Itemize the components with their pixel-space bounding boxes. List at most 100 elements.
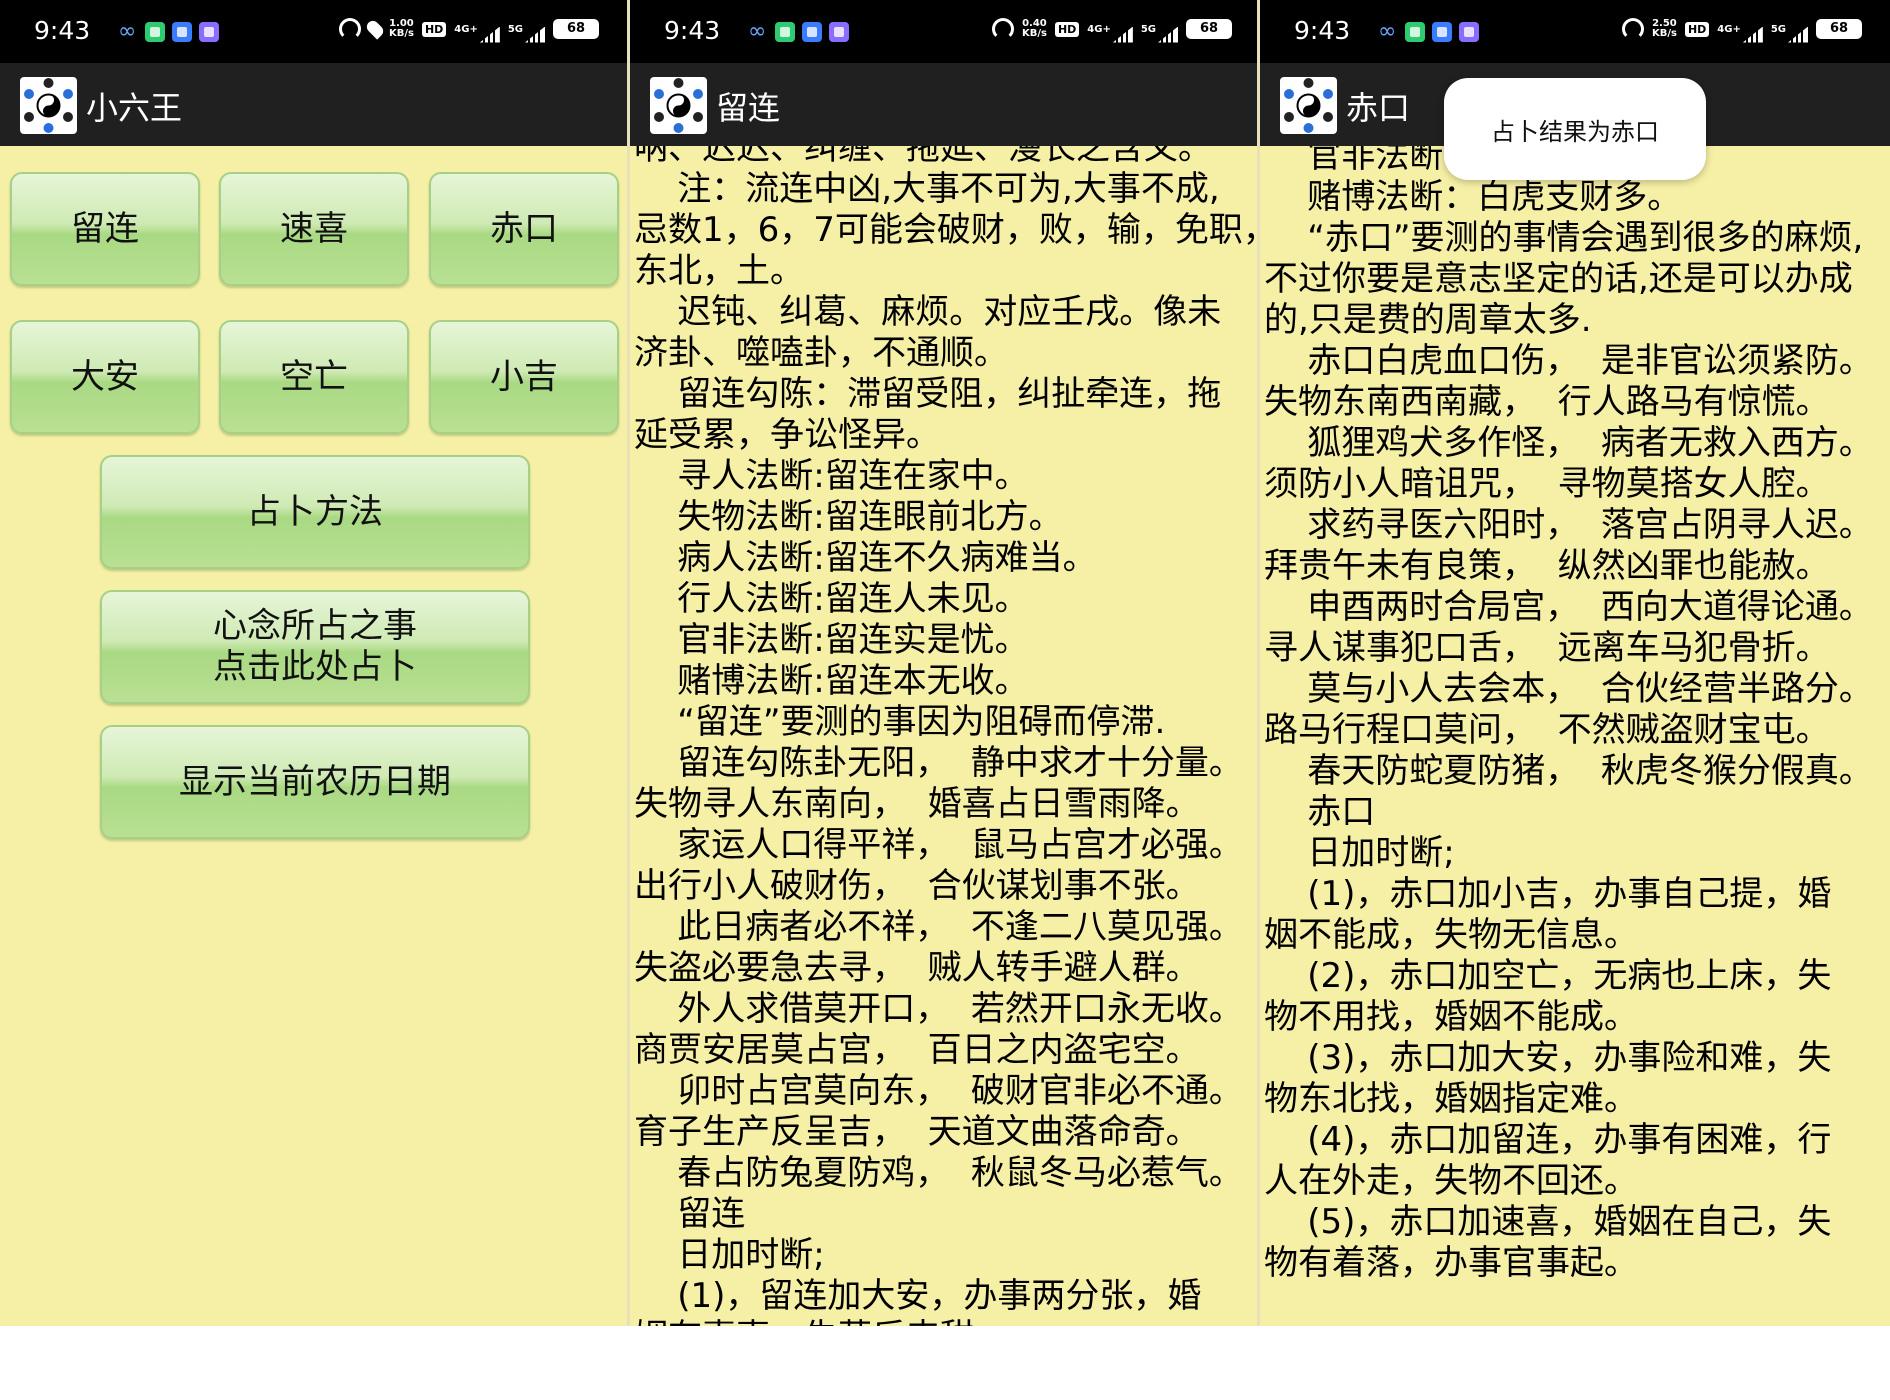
text-line: 注：流连中凶,大事不可为,大事不成, [634,169,1220,209]
result-text[interactable]: 呐、迟迟、纠缠、拖延、漫长之含义。 注：流连中凶,大事不可为,大事不成, 忌数1，… [634,128,1260,1326]
text-line: 物东北找，婚姻指定难。 [1264,1079,1638,1119]
text-line: “赤口”要测的事情会遇到很多的麻烦, [1264,218,1864,258]
text-line: 赤口白虎血口伤， 是非官讼须紧防。 [1264,341,1873,381]
text-line: 官非法断:留连实是忧。 [634,620,1029,660]
text-line: (5)，赤口加速喜，婚姻在自己，失 [1264,1202,1832,1242]
network-speed: 2.50 KB/s [1651,18,1677,39]
text-line: 失物寻人东南向， 婚喜占日雪雨降。 [634,784,1200,824]
daan-button[interactable]: 大安 [10,320,200,434]
text-line: 申酉两时合局宫， 西向大道得论通。 [1264,587,1873,627]
suxi-button[interactable]: 速喜 [219,172,409,286]
result-toast: 占卜结果为赤口 [1444,78,1706,180]
text-line: 求药寻医六阳时， 落宫占阴寻人迟。 [1264,505,1873,545]
xiaoji-button[interactable]: 小吉 [429,320,619,434]
text-line: 物有着落，办事官事起。 [1264,1243,1638,1283]
signal-4g-icon: 4G+ [1087,24,1133,35]
lunar-date-button[interactable]: 显示当前农历日期 [100,725,530,839]
app-notification-icon [829,22,849,42]
network-speed: 0.40 KB/s [1021,18,1047,39]
text-line: 忌数1，6，7可能会破财，败，输，免职， [634,210,1260,250]
text-line: 寻人谋事犯口舌， 远离车马犯骨折。 [1264,628,1830,668]
text-line: 此日病者必不祥， 不逢二八莫见强。 [634,907,1243,947]
main-screen: 9:43 ∞ 1.00 KB/s HD 4G+ 5G 68 小六王 留连 速喜 … [0,0,627,1326]
signal-4g-icon: 4G+ [454,24,500,35]
speedometer-icon [991,18,1014,40]
app-notification-icon [802,22,822,42]
signal-5g-icon: 5G [1141,24,1178,35]
hd-voice-icon: HD [421,21,447,37]
text-line: 迟钝、纠葛、麻烦。对应壬戌。像未 [634,292,1222,332]
chikou-button[interactable]: 赤口 [429,172,619,286]
method-button[interactable]: 占卜方法 [100,455,530,569]
text-line: 赤口 [1264,792,1376,832]
text-line: 人在外走，失物不回还。 [1264,1161,1638,1201]
text-line: 路马行程口莫问， 不然贼盗财宝屯。 [1264,710,1830,750]
status-bar: 9:43 ∞ 1.00 KB/s HD 4G+ 5G 68 [0,0,627,63]
app-notification-icon [172,22,192,42]
text-line: 卯时占宫莫向东， 破财官非必不通。 [634,1071,1243,1111]
text-line: 莫与小人去会本， 合伙经营半路分。 [1264,669,1873,709]
location-icon [364,18,386,40]
text-line: 失盗必要急去寻， 贼人转手避人群。 [634,948,1200,988]
text-line: 济卦、噬嗑卦，不通顺。 [634,333,1008,373]
text-line: 寻人法断:留连在家中。 [634,456,1029,496]
security-app-icon [1405,22,1425,42]
result-text[interactable]: 官非法断 赌博法断：白虎支财多。 “赤口”要测的事情会遇到很多的麻烦, 不过你要是… [1264,136,1890,1284]
text-line: (3)，赤口加大安，办事险和难，失 [1264,1038,1832,1078]
battery-icon: 68 [1816,19,1862,39]
text-line: 姻不能成，失物无信息。 [1264,915,1638,955]
app-notification-icon [1459,22,1479,42]
app-notification-icon [199,22,219,42]
text-line: 日加时断; [1264,833,1455,873]
text-line: 失物东南西南藏， 行人路马有惊慌。 [1264,382,1830,422]
action-bar: 留连 [630,63,1260,146]
status-time: 9:43 [34,16,91,45]
text-line: 商贾安居莫占宫， 百日之内盗宅空。 [634,1030,1200,1070]
status-indicators: 0.40 KB/s HD 4G+ 5G 68 [991,18,1232,40]
hd-voice-icon: HD [1054,21,1080,37]
signal-5g-icon: 5G [1771,24,1808,35]
text-line: “留连”要测的事因为阻碍而停滞. [634,702,1166,742]
notification-icons: ∞ [748,19,849,44]
status-time: 9:43 [1294,16,1351,45]
text-line: 姻有喜事，失落后来甜。 [634,1317,1260,1326]
kongwang-button[interactable]: 空亡 [219,320,409,434]
battery-icon: 68 [553,19,599,39]
status-bar: 9:43 ∞ 2.50 KB/s HD 4G+ 5G 68 [1260,0,1890,63]
speedometer-icon [1621,18,1644,40]
cloud-icon: ∞ [748,19,767,44]
text-line: 物不用找，婚姻不能成。 [1264,997,1638,1037]
status-indicators: 1.00 KB/s HD 4G+ 5G 68 [338,18,599,40]
liulian-button[interactable]: 留连 [10,172,200,286]
text-line: 赌博法断：白虎支财多。 [1264,177,1682,217]
divine-button[interactable]: 心念所占之事 点击此处占卜 [100,590,530,704]
cloud-icon: ∞ [118,19,137,44]
hd-voice-icon: HD [1684,21,1710,37]
signal-5g-icon: 5G [508,24,545,35]
text-line: 须防小人暗诅咒， 寻物莫搭女人腔。 [1264,464,1830,504]
status-time: 9:43 [664,16,721,45]
status-bar: 9:43 ∞ 0.40 KB/s HD 4G+ 5G 68 [630,0,1260,63]
network-speed: 1.00 KB/s [388,18,414,39]
app-title: 小六王 [86,89,183,127]
signal-4g-icon: 4G+ [1717,24,1763,35]
app-logo-icon [20,77,77,134]
action-bar: 小六王 [0,63,627,146]
notification-icons: ∞ [1378,19,1479,44]
text-line: (1)，留连加大安，办事两分张，婚 [634,1276,1202,1316]
text-line: 留连 [634,1194,746,1234]
text-line: 拜贵午未有良策， 纵然凶罪也能赦。 [1264,546,1830,586]
security-app-icon [145,22,165,42]
notification-icons: ∞ [118,19,219,44]
text-line: 失物法断:留连眼前北方。 [634,497,1063,537]
text-line: 行人法断:留连人未见。 [634,579,1029,619]
status-indicators: 2.50 KB/s HD 4G+ 5G 68 [1621,18,1862,40]
text-line: (1)，赤口加小吉，办事自己提，婚 [1264,874,1832,914]
text-line: 不过你要是意志坚定的话,还是可以办成 [1264,259,1853,299]
text-line: 的,只是费的周章太多. [1264,300,1592,340]
text-line: 留连勾陈卦无阳， 静中求才十分量。 [634,743,1243,783]
text-line: 育子生产反呈吉， 天道文曲落命奇。 [634,1112,1200,1152]
text-line: 赌博法断:留连本无收。 [634,661,1029,701]
security-app-icon [775,22,795,42]
cloud-icon: ∞ [1378,19,1397,44]
